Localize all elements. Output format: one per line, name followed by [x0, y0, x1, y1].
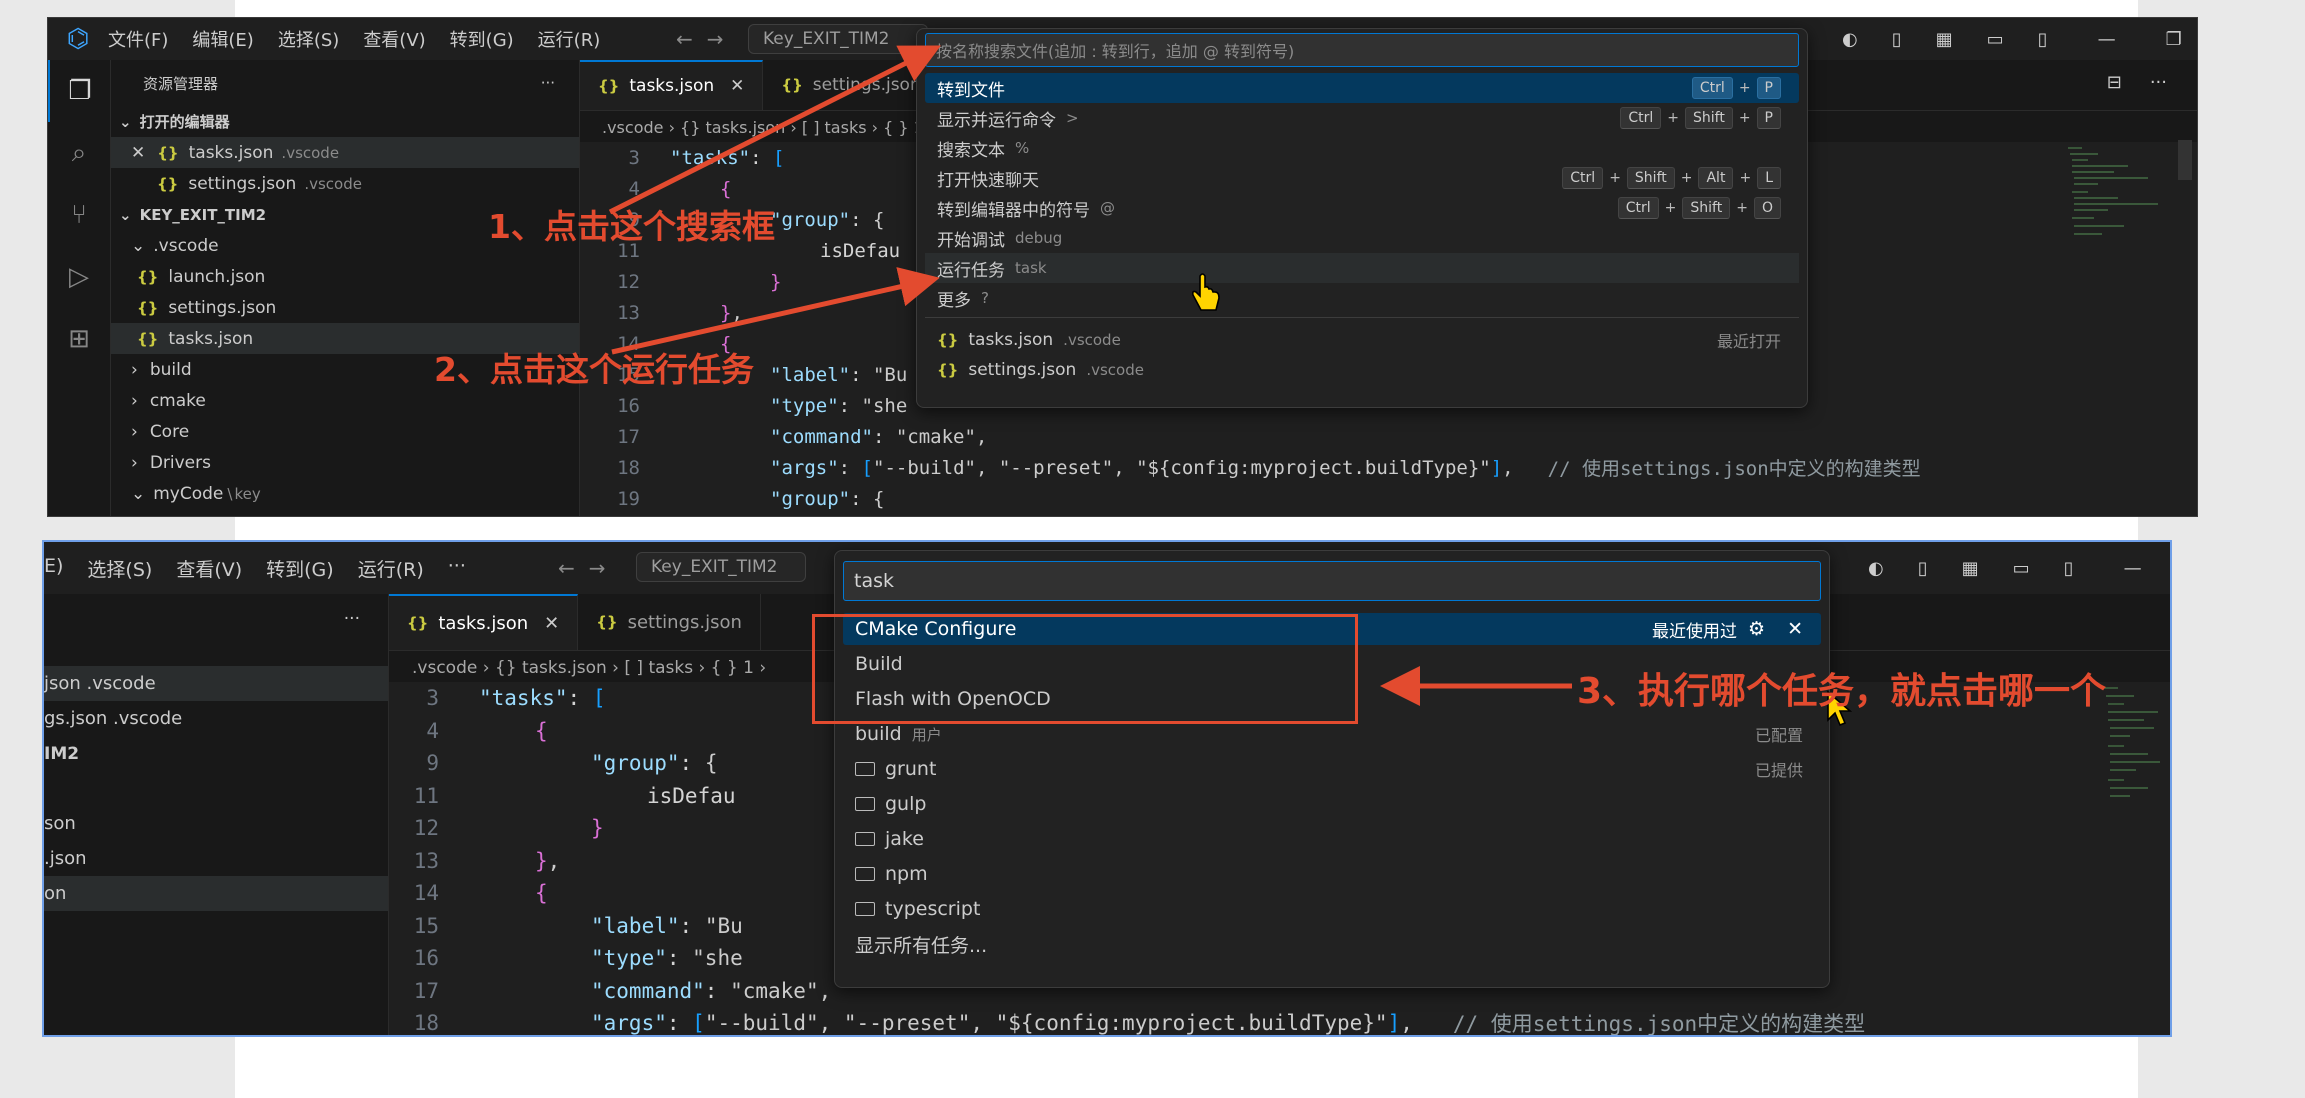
annotation-step1: 1、点击这个搜索框 — [488, 207, 775, 246]
annotation-step3: 3、执行哪个任务，就点击哪一个 — [1577, 671, 2107, 712]
annotation-step2: 2、点击这个运行任务 — [434, 350, 754, 389]
arrow-step1 — [608, 45, 941, 215]
highlight-box-tasks — [812, 614, 1358, 724]
annotation-arrows — [608, 45, 1572, 706]
arrow-step2 — [611, 267, 940, 355]
